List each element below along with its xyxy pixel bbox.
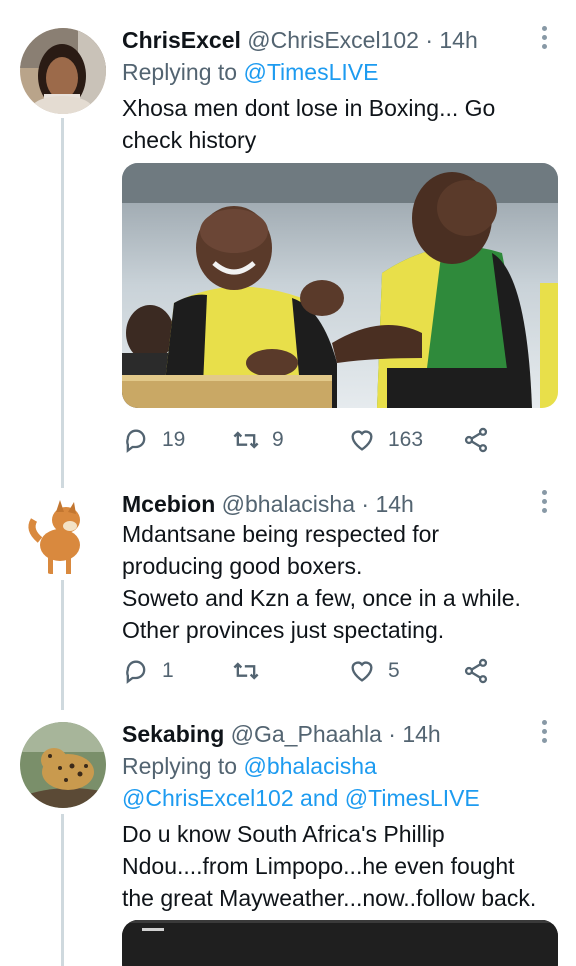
- tweet-header: Mcebion @bhalacisha · 14h: [122, 488, 414, 520]
- user-handle[interactable]: @Ga_Phaahla: [231, 721, 382, 747]
- replying-to: Replying to @bhalacisha: [122, 750, 377, 782]
- share-icon: [464, 427, 488, 453]
- tweet-actions: 19 9 163: [122, 425, 502, 455]
- separator-dot: ·: [388, 721, 396, 747]
- tweet-text-line: Soweto and Kzn a few, once in a while.: [122, 585, 521, 611]
- display-name[interactable]: Sekabing: [122, 721, 224, 747]
- like-button[interactable]: 5: [348, 656, 400, 686]
- separator-dot: ·: [425, 27, 433, 53]
- replying-to-label: Replying to: [122, 753, 238, 779]
- share-button[interactable]: [462, 425, 490, 455]
- avatar-photo-woman: [20, 28, 106, 114]
- tweet-text: Do u know South Africa's Phillip Ndou...…: [122, 818, 562, 914]
- photo-two-men-laughing: [122, 163, 558, 408]
- reply-icon: [126, 429, 146, 453]
- tweet-sekabing[interactable]: Sekabing @Ga_Phaahla · 14h Replying to @…: [0, 718, 576, 966]
- retweet-button[interactable]: [232, 656, 272, 686]
- tweet-media-image[interactable]: [122, 920, 558, 966]
- mention-link[interactable]: @TimesLIVE: [345, 785, 480, 811]
- reply-count: 1: [162, 659, 174, 682]
- thread-line: [61, 118, 64, 488]
- tweet-chrisexcel[interactable]: ChrisExcel @ChrisExcel102 · 14h Replying…: [0, 0, 576, 488]
- retweet-icon: [233, 662, 259, 680]
- retweet-button[interactable]: 9: [232, 425, 284, 455]
- user-handle[interactable]: @bhalacisha: [222, 491, 355, 517]
- thread-line: [61, 814, 64, 966]
- tweet-text-line: Do u know South Africa's Phillip: [122, 821, 445, 847]
- tweet-text-line: the great Mayweather...now..follow back.: [122, 885, 537, 911]
- mention-conjunction: and: [300, 785, 339, 811]
- timestamp[interactable]: 14h: [375, 491, 413, 517]
- reply-button[interactable]: 19: [122, 425, 185, 455]
- more-vertical-icon[interactable]: [540, 720, 548, 746]
- retweet-count: 9: [272, 428, 284, 451]
- replying-to: Replying to @TimesLIVE: [122, 56, 378, 88]
- avatar[interactable]: [20, 490, 106, 576]
- heart-icon: [351, 430, 373, 451]
- avatar-photo-leopard: [20, 722, 106, 808]
- mention-link[interactable]: @ChrisExcel102: [122, 785, 294, 811]
- tweet-text-line: Ndou....from Limpopo...he even fought: [122, 853, 515, 879]
- tweet-text: Mdantsane being respected for producing …: [122, 518, 562, 646]
- separator-dot: ·: [361, 491, 370, 517]
- tweet-text: Xhosa men dont lose in Boxing... Go chec…: [122, 92, 562, 156]
- tweet-header: Sekabing @Ga_Phaahla · 14h: [122, 718, 441, 750]
- display-name[interactable]: Mcebion: [122, 491, 215, 517]
- photo-dark-screenshot: [122, 920, 558, 966]
- tweet-text-line: Other provinces just spectating.: [122, 617, 445, 643]
- avatar-photo-shiba-dog: [20, 490, 106, 576]
- mention-link[interactable]: @TimesLIVE: [243, 59, 378, 85]
- more-vertical-icon[interactable]: [540, 490, 548, 516]
- tweet-text-line: Mdantsane being respected for: [122, 521, 440, 547]
- reply-count: 19: [162, 428, 186, 451]
- like-count: 5: [388, 659, 400, 682]
- share-button[interactable]: [462, 656, 490, 686]
- tweet-text-line: check history: [122, 127, 257, 153]
- tweet-text-line: Xhosa men dont lose in Boxing... Go: [122, 95, 496, 121]
- thread-line: [61, 580, 64, 710]
- display-name[interactable]: ChrisExcel: [122, 27, 241, 53]
- more-vertical-icon[interactable]: [540, 26, 548, 52]
- tweet-media-image[interactable]: [122, 163, 558, 408]
- reply-button[interactable]: 1: [122, 656, 174, 686]
- replying-to-label: Replying to: [122, 59, 238, 85]
- tweet-mcebion[interactable]: Mcebion @bhalacisha · 14h Mdantsane bein…: [0, 488, 576, 710]
- like-button[interactable]: 163: [348, 425, 423, 455]
- heart-icon: [351, 661, 373, 682]
- tweet-text-line: producing good boxers.: [122, 553, 363, 579]
- avatar[interactable]: [20, 722, 106, 808]
- reply-icon: [126, 660, 146, 684]
- timestamp[interactable]: 14h: [402, 721, 440, 747]
- like-count: 163: [388, 428, 424, 451]
- avatar[interactable]: [20, 28, 106, 114]
- tweet-header: ChrisExcel @ChrisExcel102 · 14h: [122, 24, 478, 56]
- user-handle[interactable]: @ChrisExcel102: [247, 27, 419, 53]
- timestamp[interactable]: 14h: [439, 27, 477, 53]
- share-icon: [464, 658, 488, 684]
- retweet-icon: [233, 431, 259, 449]
- tweet-actions: 1 5: [122, 656, 502, 686]
- mention-link[interactable]: @bhalacisha: [243, 753, 376, 779]
- replying-to-continued: @ChrisExcel102 and @TimesLIVE: [122, 782, 480, 814]
